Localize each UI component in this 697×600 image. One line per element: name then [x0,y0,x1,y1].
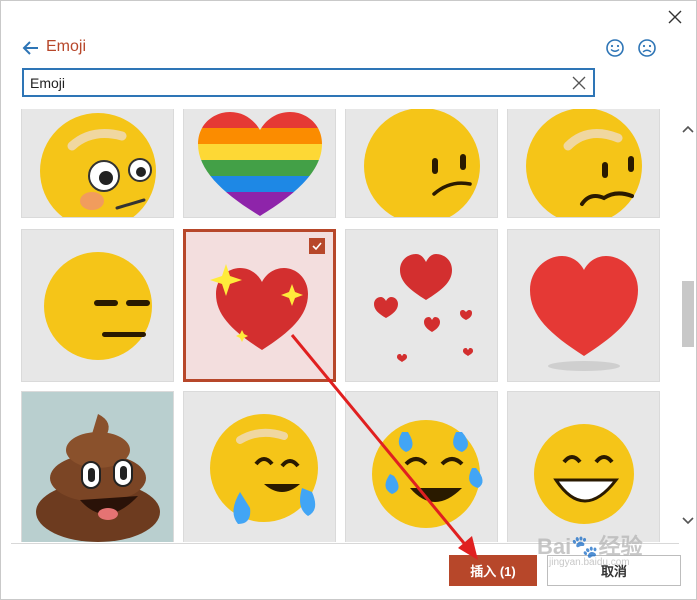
red-heart-icon [530,256,638,371]
checkmark-icon [312,242,322,251]
close-button[interactable] [663,5,687,29]
scroll-up-button[interactable] [681,123,695,137]
confused-face-icon [364,109,480,217]
sad-filter-button[interactable] [637,38,657,58]
sad-face-icon [638,39,656,57]
flushed-face-icon [40,113,156,217]
mustache-face-icon [526,109,642,217]
arrow-left-icon [22,41,38,55]
selected-checkbox[interactable] [309,238,325,254]
clear-search-button[interactable] [571,75,587,91]
vertical-scrollbar[interactable] [679,111,697,531]
rainbow-heart-icon [198,112,322,216]
emoji-tile-confused-face[interactable] [345,109,498,218]
emoji-tile-rainbow-heart[interactable] [183,109,336,218]
emoji-tile-red-heart[interactable] [507,229,660,382]
tears-of-joy-face-icon [372,420,483,528]
chevron-down-icon [682,517,694,525]
happy-filter-button[interactable] [605,38,625,58]
emoji-tile-grinning-face[interactable] [507,391,660,542]
emoji-grid [11,109,678,542]
page-title: Emoji [46,38,87,55]
clear-icon [572,76,586,90]
emoji-tile-floating-hearts[interactable] [345,229,498,382]
emoji-tile-face-with-mustache[interactable] [507,109,660,218]
expressionless-face-icon [44,252,152,360]
smiley-face-icon [606,39,624,57]
emoji-tile-expressionless-face[interactable] [21,229,174,382]
emoji-dialog: Emoji Emoji 插入 (1) 取消 Bai🐾经验 jingyan.bai… [0,0,697,600]
emoji-tile-tears-of-joy-face[interactable] [345,391,498,542]
grinning-face-icon [534,424,634,524]
watermark-url: jingyan.baidu.com [549,557,630,568]
sparkling-heart-icon [210,264,308,350]
emoji-tile-crying-laughing-face[interactable] [183,391,336,542]
emoji-tile-pile-of-poo[interactable] [21,391,174,542]
search-box [22,68,595,97]
floating-hearts-icon [374,254,473,362]
scroll-down-button[interactable] [681,513,695,527]
chevron-up-icon [682,125,694,133]
back-button[interactable] [21,38,41,58]
emoji-tile-sparkling-heart[interactable] [183,229,336,382]
crying-laughing-face-icon [210,414,318,524]
close-icon [668,10,682,24]
search-input[interactable] [30,73,560,93]
emoji-tile-flushed-face[interactable] [21,109,174,218]
pile-of-poo-icon [22,392,173,542]
insert-button[interactable]: 插入 (1) [449,555,537,586]
scrollbar-thumb[interactable] [682,281,694,347]
